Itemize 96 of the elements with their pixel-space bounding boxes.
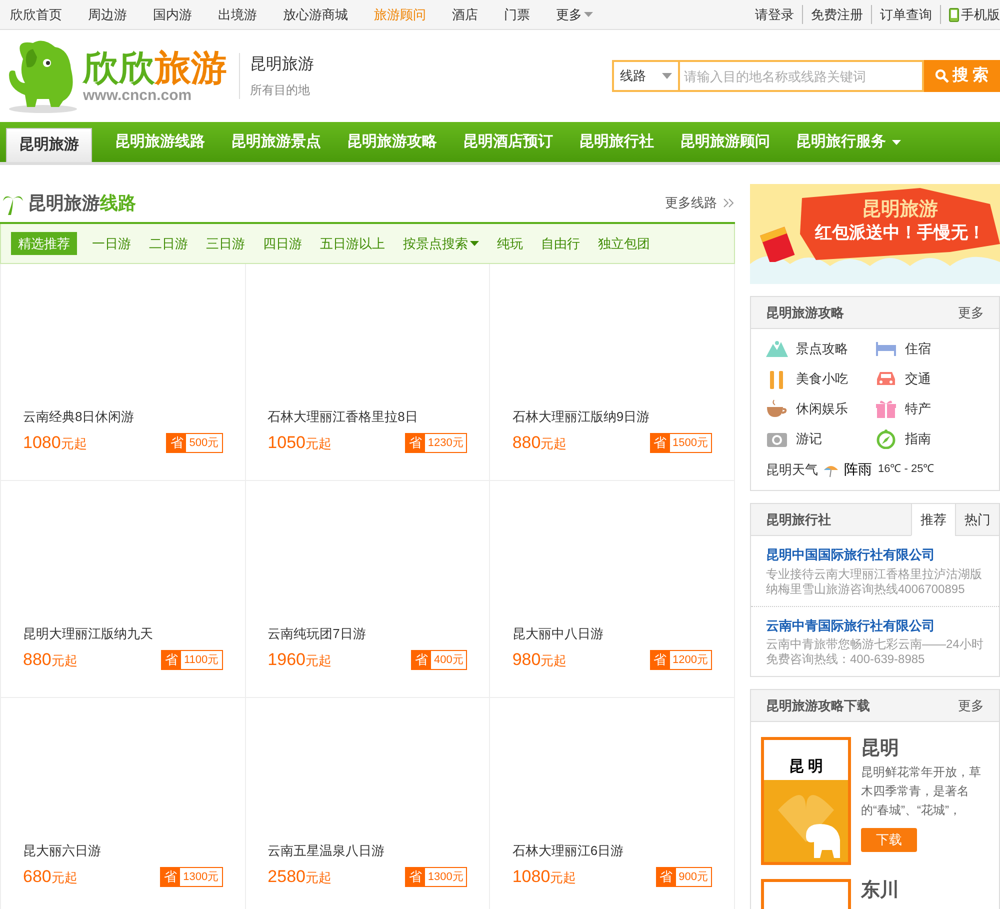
account-link[interactable]: 免费注册 (802, 4, 871, 24)
more-link[interactable]: 更多 (958, 302, 984, 322)
route-name[interactable]: 云南五星温泉八日游 (268, 840, 468, 860)
guide-link[interactable]: 指南 (875, 429, 984, 449)
filter-tab[interactable]: 独立包团 (589, 234, 659, 254)
guide-name[interactable]: 东川 (861, 879, 899, 903)
destination-link[interactable]: 所有目的地 (250, 81, 314, 99)
coffee-cup-icon (766, 399, 788, 419)
panel-title: 昆明旅游攻略 (766, 304, 844, 322)
double-chevron-icon (723, 198, 735, 208)
filter-tab[interactable]: 二日游 (140, 234, 197, 254)
banner-slogan: 红包派送中！手慢无！ (815, 222, 985, 244)
route-price: 1050元起 (268, 432, 332, 454)
weather-label: 昆明天气 (766, 460, 818, 479)
guide-link[interactable]: 住宿 (875, 339, 984, 359)
guide-description: 昆明鲜花常年开放，草木四季常青，是著名的“春城”、“花城”， (861, 764, 982, 819)
gift-icon (875, 399, 897, 419)
route-name[interactable]: 云南纯玩团7日游 (268, 624, 468, 643)
filter-tab[interactable]: 一日游 (83, 234, 140, 254)
savings-badge: 省 900元 (656, 867, 712, 887)
more-routes-link[interactable]: 更多线路 (665, 193, 717, 213)
more-menu[interactable]: 更多 (543, 4, 606, 24)
savings-badge: 省 1300元 (404, 867, 468, 887)
route-name[interactable]: 昆大丽中八日游 (512, 624, 712, 643)
savings-badge: 省 400元 (410, 650, 468, 670)
route-price: 880元起 (23, 649, 78, 671)
route-name[interactable]: 石林大理丽江6日游 (512, 840, 712, 860)
search-icon (935, 69, 950, 83)
bed-icon (875, 339, 897, 359)
route-price: 1960元起 (268, 649, 332, 671)
filter-tab[interactable]: 自由行 (532, 234, 589, 254)
logo-text: 旅游 (155, 48, 227, 88)
filter-tab[interactable]: 按景点搜索 (394, 234, 488, 254)
route-price: 1080元起 (512, 866, 576, 888)
guide-link[interactable]: 交通 (875, 369, 984, 389)
guide-cover[interactable]: 昆 明 (761, 737, 851, 865)
nav-link[interactable]: 放心游商城 (270, 4, 361, 24)
filter-tab[interactable]: 三日游 (197, 234, 254, 254)
guide-link[interactable]: 特产 (875, 399, 984, 419)
savings-badge: 省 1200元 (650, 650, 712, 670)
route-name[interactable]: 昆大丽六日游 (23, 840, 223, 860)
cover-title: 昆 明 (788, 756, 824, 776)
mobile-link[interactable]: 手机版 (940, 4, 1000, 24)
panel-title: 昆明旅行社 (765, 510, 832, 529)
route-price: 980元起 (512, 649, 567, 671)
agency-description: 云南中青旅带您畅游七彩云南——24小时免费咨询热线：400-639-8985 (766, 637, 984, 667)
filter-tab[interactable]: 纯玩 (488, 234, 532, 254)
guide-link[interactable]: 景点攻略 (766, 339, 875, 359)
account-link[interactable]: 请登录 (747, 4, 802, 24)
agency-link[interactable]: 昆明中国国际旅行社有限公司 (766, 545, 984, 564)
logo-text: 欣欣 (83, 48, 155, 88)
banner-title: 昆明旅游 (862, 198, 938, 222)
route-price: 880元起 (512, 432, 567, 454)
panel-title: 昆明旅游攻略下载 (766, 696, 870, 715)
guide-link[interactable]: 美食小吃 (766, 369, 875, 389)
route-name[interactable]: 昆明大理丽江版纳九天 (23, 624, 223, 643)
panel-tab[interactable]: 推荐 (911, 504, 955, 536)
savings-badge: 省 1100元 (161, 650, 223, 670)
section-title: 昆明旅游线路 (28, 192, 136, 214)
logo-url: www.cncn.com (83, 88, 193, 104)
caret-icon (584, 12, 593, 17)
nav-link[interactable]: 门票 (491, 4, 543, 24)
nav-link[interactable]: 酒店 (439, 4, 491, 24)
nav-link[interactable]: 出境游 (205, 4, 270, 24)
mountain-icon (766, 339, 788, 359)
route-price: 680元起 (23, 866, 78, 888)
temperature-range: 16℃ - 25℃ (878, 462, 934, 478)
caret-icon (662, 73, 672, 79)
more-link[interactable]: 更多 (958, 696, 984, 716)
route-price: 1080元起 (23, 432, 87, 454)
filter-tab[interactable]: 五日游以上 (311, 234, 394, 254)
savings-badge: 省 1500元 (650, 433, 712, 453)
nav-link[interactable]: 周边游 (75, 4, 140, 24)
category-select[interactable]: 线路 (612, 60, 678, 92)
nav-link[interactable]: 国内游 (140, 4, 205, 24)
agency-description: 专业接待云南大理丽江香格里拉泸沽湖版纳梅里雪山旅游咨询热线4006700895 (766, 566, 983, 596)
nav-tab[interactable]: 昆明旅游 (6, 128, 92, 162)
route-name[interactable]: 石林大理丽江版纳9日游 (512, 406, 712, 426)
savings-badge: 省 1230元 (404, 433, 468, 453)
route-price: 2580元起 (268, 866, 332, 888)
savings-badge: 省 500元 (166, 433, 223, 453)
route-name[interactable]: 石林大理丽江香格里拉8日 (268, 406, 468, 426)
compass-icon (875, 429, 897, 449)
nav-link[interactable]: 欣欣首页 (10, 4, 75, 24)
city-name: 昆明旅游 (250, 54, 314, 75)
guide-link[interactable]: 休闲娱乐 (766, 399, 875, 419)
account-link[interactable]: 订单查询 (871, 4, 940, 24)
savings-badge: 省 1300元 (160, 867, 223, 887)
agency-link[interactable]: 云南中青国际旅行社有限公司 (766, 616, 984, 635)
search-field[interactable]: 请输入目的地名称或线路关键词 (678, 60, 924, 92)
route-name[interactable]: 云南经典8日休闲游 (23, 406, 223, 426)
filter-tab[interactable]: 四日游 (254, 234, 311, 254)
phone-icon (949, 8, 959, 22)
guide-link[interactable]: 游记 (766, 429, 875, 449)
guide-name[interactable]: 昆明 (861, 737, 987, 761)
weather-condition: 阵雨 (844, 460, 872, 479)
